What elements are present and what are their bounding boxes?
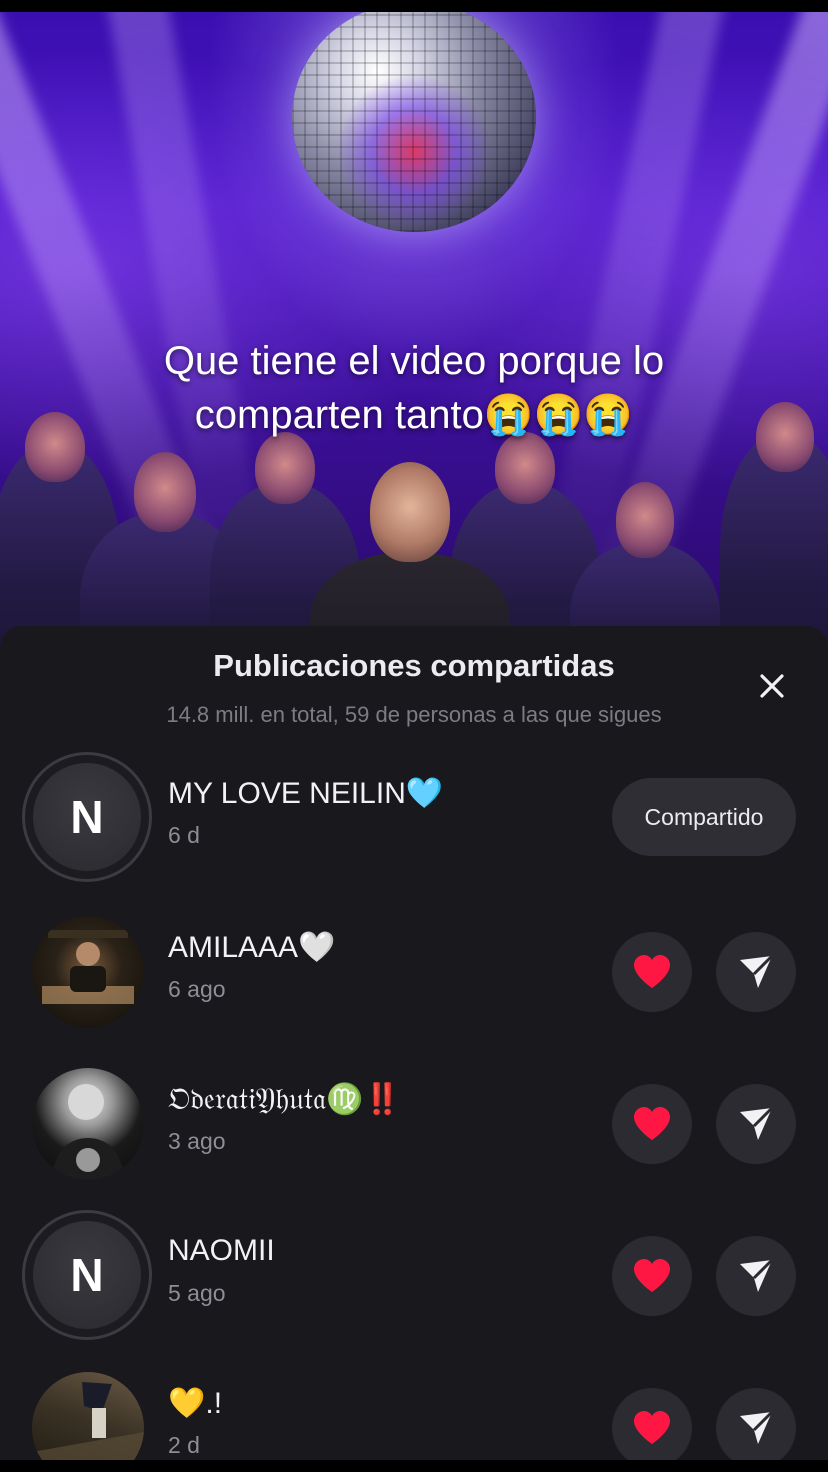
like-button[interactable]	[612, 932, 692, 1012]
send-arrow-icon	[740, 954, 774, 988]
caption-line: Que tiene el video porque lo	[163, 339, 665, 383]
avatar[interactable]: N	[22, 1210, 152, 1340]
heart-icon	[634, 1259, 670, 1292]
caption-line: comparten tanto😭😭😭	[194, 393, 634, 437]
send-arrow-icon	[740, 1258, 774, 1292]
share-time: 5 ago	[168, 1280, 226, 1306]
shared-button[interactable]: Compartido	[612, 778, 796, 856]
send-button[interactable]	[716, 932, 796, 1012]
list-item[interactable]: 𝔒𝔡𝔢𝔯𝔞𝔱𝔦𝔜𝔥𝔲𝔱𝔞♍‼️ 3 ago	[0, 1058, 828, 1208]
send-arrow-icon	[740, 1410, 774, 1444]
sheet-subtitle: 14.8 mill. en total, 59 de personas a la…	[166, 702, 662, 727]
like-button[interactable]	[612, 1084, 692, 1164]
screen: Que tiene el video porque lo comparten t…	[0, 0, 828, 1472]
close-icon	[760, 674, 784, 698]
username[interactable]: 💛.!	[168, 1386, 222, 1421]
sheet-title: Publicaciones compartidas	[213, 648, 615, 683]
avatar[interactable]	[32, 916, 144, 1028]
close-button[interactable]	[748, 666, 796, 706]
disco-ball-image	[292, 12, 536, 232]
share-time: 6 ago	[168, 976, 226, 1002]
send-arrow-icon	[740, 1106, 774, 1140]
like-button[interactable]	[612, 1388, 692, 1460]
send-button[interactable]	[716, 1388, 796, 1460]
username[interactable]: 𝔒𝔡𝔢𝔯𝔞𝔱𝔦𝔜𝔥𝔲𝔱𝔞♍‼️	[168, 1082, 401, 1117]
video-background[interactable]: Que tiene el video porque lo comparten t…	[0, 12, 828, 652]
list-item[interactable]: N MY LOVE NEILIN🩵 6 d Compartido	[0, 752, 828, 902]
send-button[interactable]	[716, 1084, 796, 1164]
person-figure	[720, 402, 828, 652]
avatar-photo	[42, 930, 134, 1004]
username[interactable]: NAOMII	[168, 1234, 275, 1268]
avatar-initial: N	[33, 1221, 141, 1329]
heart-icon	[634, 1107, 670, 1140]
avatar[interactable]	[32, 1372, 144, 1460]
video-caption: Que tiene el video porque lo comparten t…	[0, 334, 828, 442]
list-item[interactable]: 💛.! 2 d	[0, 1362, 828, 1460]
bottom-bar	[0, 1460, 828, 1472]
shared-posts-sheet: Publicaciones compartidas 14.8 mill. en …	[0, 626, 828, 1460]
like-button[interactable]	[612, 1236, 692, 1316]
send-button[interactable]	[716, 1236, 796, 1316]
share-time: 2 d	[168, 1432, 200, 1458]
avatar-initial: N	[33, 763, 141, 871]
avatar[interactable]	[32, 1068, 144, 1180]
list-item[interactable]: N NAOMII 5 ago	[0, 1210, 828, 1360]
status-bar	[0, 0, 828, 12]
username[interactable]: AMILAAA🤍	[168, 930, 335, 965]
share-time: 3 ago	[168, 1128, 226, 1154]
avatar-photo	[32, 1382, 144, 1460]
share-time: 6 d	[168, 822, 200, 848]
username[interactable]: MY LOVE NEILIN🩵	[168, 776, 443, 811]
heart-icon	[634, 955, 670, 988]
list-item[interactable]: AMILAAA🤍 6 ago	[0, 906, 828, 1056]
heart-icon	[634, 1411, 670, 1444]
avatar-photo	[52, 1084, 124, 1180]
avatar[interactable]: N	[22, 752, 152, 882]
